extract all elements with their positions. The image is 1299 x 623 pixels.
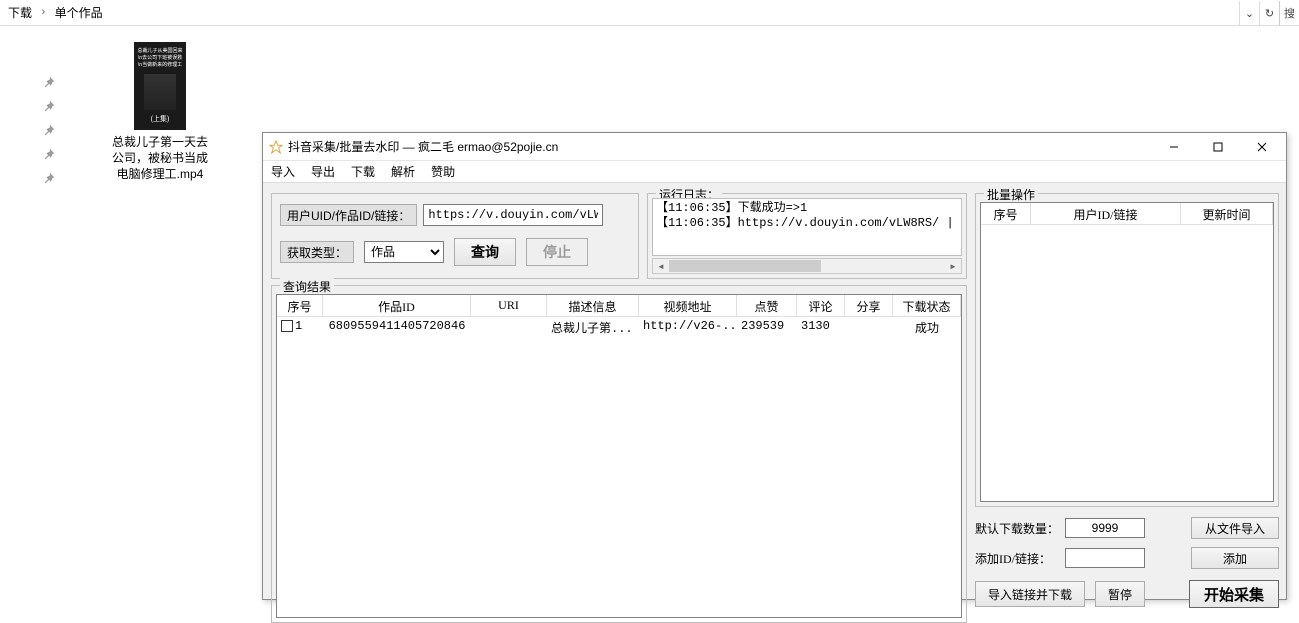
- menu-parse[interactable]: 解析: [391, 163, 415, 180]
- file-name: 总裁儿子第一天去公司，被秘书当成电脑修理工.mp4: [110, 134, 210, 182]
- th-uri[interactable]: URI: [471, 295, 547, 317]
- batch-panel: 批量操作 序号 用户ID/链接 更新时间: [975, 193, 1279, 507]
- video-thumbnail: 总裁儿子从美国回来\n去公司下班被误救\n当做新来的修理工 (上集): [134, 42, 186, 130]
- menu-import[interactable]: 导入: [271, 163, 295, 180]
- cell-like: 239539: [737, 317, 797, 337]
- titlebar[interactable]: 抖音采集/批量去水印 — 疯二毛 ermao@52pojie.cn: [263, 133, 1286, 161]
- add-link-input[interactable]: [1065, 548, 1145, 568]
- log-hscrollbar[interactable]: ◄ ►: [652, 258, 962, 274]
- th-desc[interactable]: 描述信息: [547, 295, 639, 317]
- cell-seq: 1: [295, 319, 302, 333]
- th-video-url[interactable]: 视频地址: [639, 295, 737, 317]
- th-like[interactable]: 点赞: [737, 295, 797, 317]
- cell-url: http://v26-...: [639, 317, 737, 337]
- th-workid[interactable]: 作品ID: [323, 295, 471, 317]
- th-seq[interactable]: 序号: [277, 295, 323, 317]
- log-line: 【11:06:35】下载成功=>1: [656, 201, 958, 216]
- row-checkbox[interactable]: [281, 320, 293, 332]
- minimize-button[interactable]: [1152, 133, 1196, 161]
- start-collect-button[interactable]: 开始采集: [1189, 580, 1279, 608]
- cell-uri: [471, 317, 547, 337]
- thumb-caption: (上集): [151, 114, 170, 124]
- cell-share: [845, 317, 893, 337]
- type-select[interactable]: 作品: [364, 241, 444, 263]
- th-status[interactable]: 下载状态: [893, 295, 961, 317]
- breadcrumb-item[interactable]: 下载: [8, 4, 32, 21]
- scroll-left-icon[interactable]: ◄: [653, 259, 669, 273]
- pin-icon[interactable]: [42, 172, 56, 186]
- add-link-label: 添加ID/链接：: [975, 550, 1065, 567]
- batch-legend: 批量操作: [984, 186, 1038, 203]
- pin-icon[interactable]: [42, 76, 56, 90]
- import-and-download-button[interactable]: 导入链接并下载: [975, 581, 1085, 607]
- menu-donate[interactable]: 赞助: [431, 163, 455, 180]
- search-button[interactable]: 搜: [1279, 1, 1299, 25]
- thumb-poster: [144, 74, 176, 110]
- breadcrumb: 下载 › 单个作品 ⌄ ↻ 搜: [0, 0, 1299, 26]
- result-table[interactable]: 序号 作品ID URI 描述信息 视频地址 点赞 评论 分享 下载状态 1 68…: [276, 294, 962, 618]
- breadcrumb-item[interactable]: 单个作品: [55, 4, 103, 21]
- thumb-text: 总裁儿子从美国回来\n去公司下班被误救\n当做新来的修理工: [136, 48, 184, 69]
- th-share[interactable]: 分享: [845, 295, 893, 317]
- history-dropdown[interactable]: ⌄: [1239, 1, 1259, 25]
- pause-button[interactable]: 暂停: [1095, 581, 1145, 607]
- log-textarea[interactable]: 【11:06:35】下载成功=>1 【11:06:35】https://v.do…: [652, 198, 962, 256]
- pin-icon[interactable]: [42, 124, 56, 138]
- th-update-time[interactable]: 更新时间: [1181, 203, 1273, 225]
- chevron-right-icon: ›: [40, 7, 47, 19]
- cell-comment: 3130: [797, 317, 845, 337]
- log-line: 【11:06:35】https://v.douyin.com/vLW8RS/ |…: [656, 216, 958, 231]
- pin-icon[interactable]: [42, 148, 56, 162]
- pin-strip: [42, 76, 56, 186]
- menu-download[interactable]: 下载: [351, 163, 375, 180]
- refresh-button[interactable]: ↻: [1259, 1, 1279, 25]
- app-icon: [269, 140, 283, 154]
- cell-status: 成功: [893, 317, 961, 337]
- add-button[interactable]: 添加: [1191, 547, 1279, 569]
- default-count-label: 默认下载数量：: [975, 520, 1065, 537]
- uid-input[interactable]: [423, 204, 603, 226]
- query-panel: 用户UID/作品ID/链接： 获取类型： 作品 查询 停止: [271, 193, 639, 279]
- table-row[interactable]: 1 6809559411405720846 总裁儿子第... http://v2…: [277, 317, 961, 337]
- th-comment[interactable]: 评论: [797, 295, 845, 317]
- query-button[interactable]: 查询: [454, 238, 516, 266]
- th-seq[interactable]: 序号: [981, 203, 1031, 225]
- scroll-right-icon[interactable]: ►: [945, 259, 961, 273]
- app-window: 抖音采集/批量去水印 — 疯二毛 ermao@52pojie.cn 导入 导出 …: [262, 132, 1287, 600]
- default-count-input[interactable]: [1065, 518, 1145, 538]
- menu-export[interactable]: 导出: [311, 163, 335, 180]
- run-log-panel: 运行日志： 【11:06:35】下载成功=>1 【11:06:35】https:…: [647, 193, 967, 279]
- result-legend: 查询结果: [280, 278, 334, 295]
- result-panel: 查询结果 序号 作品ID URI 描述信息 视频地址 点赞 评论 分享 下载状态…: [271, 285, 967, 623]
- batch-table[interactable]: 序号 用户ID/链接 更新时间: [980, 202, 1274, 502]
- from-file-button[interactable]: 从文件导入: [1191, 517, 1279, 539]
- maximize-button[interactable]: [1196, 133, 1240, 161]
- file-item[interactable]: 总裁儿子从美国回来\n去公司下班被误救\n当做新来的修理工 (上集) 总裁儿子第…: [110, 42, 210, 182]
- window-title: 抖音采集/批量去水印 — 疯二毛 ermao@52pojie.cn: [288, 138, 1152, 155]
- close-button[interactable]: [1240, 133, 1284, 161]
- pin-icon[interactable]: [42, 100, 56, 114]
- scroll-thumb[interactable]: [669, 260, 821, 272]
- menubar: 导入 导出 下载 解析 赞助: [263, 161, 1286, 183]
- th-userid[interactable]: 用户ID/链接: [1031, 203, 1181, 225]
- uid-label: 用户UID/作品ID/链接：: [280, 204, 417, 226]
- stop-button[interactable]: 停止: [526, 238, 588, 266]
- type-label: 获取类型：: [280, 241, 354, 263]
- action-area: 默认下载数量： 从文件导入 添加ID/链接： 添加 导入链接并下载 暂停 开始采…: [975, 515, 1279, 611]
- cell-id: 6809559411405720846: [323, 317, 471, 337]
- cell-desc: 总裁儿子第...: [547, 317, 639, 337]
